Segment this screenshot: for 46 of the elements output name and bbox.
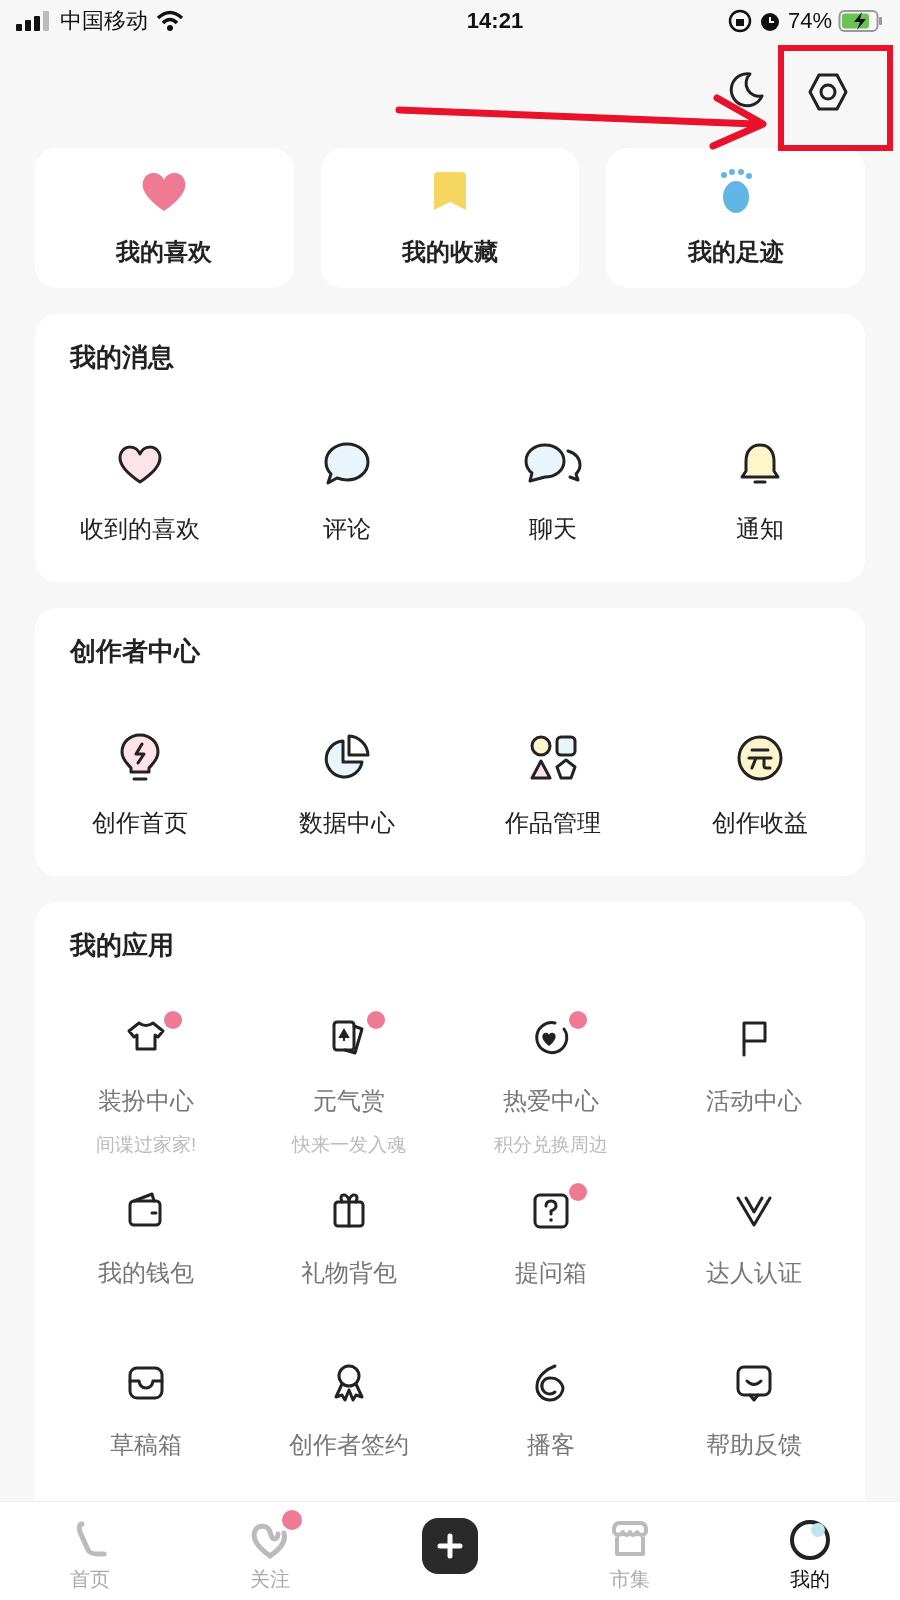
clock-time: 14:21 bbox=[465, 7, 525, 36]
battery-percentage: 74% bbox=[787, 7, 832, 36]
battery-icon bbox=[838, 8, 884, 33]
tab-item[interactable]: 我的 bbox=[720, 1501, 900, 1594]
carrier-name: 中国移动 bbox=[60, 7, 148, 36]
app-subtitle: 快来一发入魂 bbox=[291, 1132, 406, 1157]
signal-icon bbox=[16, 10, 52, 31]
creator-item[interactable]: 创作收益 bbox=[664, 732, 855, 841]
bookmark-icon bbox=[432, 169, 468, 212]
plus-icon bbox=[437, 1532, 463, 1559]
app-item[interactable]: 元气赏 快来一发入魂 bbox=[247, 1006, 450, 1157]
rotation-lock-icon bbox=[727, 8, 752, 33]
lightbulb-icon bbox=[118, 731, 162, 784]
messages-item[interactable]: 聊天 bbox=[458, 438, 649, 547]
quick-link-card[interactable]: 我的喜欢 bbox=[35, 147, 294, 288]
messages-item[interactable]: 通知 bbox=[664, 438, 855, 547]
messages-item[interactable]: 收到的喜欢 bbox=[45, 438, 235, 547]
app-item[interactable]: 创作者签约 bbox=[247, 1350, 450, 1501]
app-subtitle: 间谍过家家! bbox=[96, 1132, 197, 1157]
section-title: 创作者中心 bbox=[70, 634, 202, 668]
quick-link-card[interactable]: 我的足迹 bbox=[606, 147, 865, 288]
tab-item[interactable]: 首页 bbox=[0, 1501, 180, 1594]
app-item[interactable]: 我的钱包 bbox=[45, 1178, 248, 1329]
create-button[interactable] bbox=[422, 1517, 478, 1574]
app-item[interactable]: 热爱中心 积分兑换周边 bbox=[450, 1006, 653, 1157]
section-title: 我的消息 bbox=[70, 340, 175, 374]
tab-item[interactable]: 关注 bbox=[180, 1501, 360, 1594]
app-item[interactable]: 礼物背包 bbox=[247, 1178, 450, 1329]
app-item[interactable]: 播客 bbox=[450, 1350, 653, 1501]
app-item[interactable]: 达人认证 bbox=[652, 1178, 855, 1329]
app-item[interactable]: 装扮中心 间谍过家家! bbox=[45, 1006, 248, 1157]
app-item[interactable]: 草稿箱 bbox=[45, 1350, 248, 1501]
creator-item[interactable]: 作品管理 bbox=[458, 732, 649, 841]
app-item[interactable]: 帮助反馈 bbox=[652, 1350, 855, 1501]
avatar-icon bbox=[788, 1517, 832, 1562]
tab-item[interactable]: 市集 bbox=[540, 1501, 720, 1594]
messages-item[interactable]: 评论 bbox=[251, 438, 442, 547]
app-item[interactable]: 提问箱 bbox=[450, 1178, 653, 1329]
speech-bubble-icon bbox=[322, 440, 371, 487]
app-subtitle: 积分兑换周边 bbox=[494, 1132, 609, 1157]
section-title: 我的应用 bbox=[70, 928, 175, 962]
creator-item[interactable]: 数据中心 bbox=[251, 732, 442, 841]
app-item[interactable]: 活动中心 bbox=[652, 1006, 855, 1157]
quick-link-card[interactable]: 我的收藏 bbox=[320, 147, 580, 288]
wifi-icon bbox=[156, 9, 184, 32]
creator-item[interactable]: 创作首页 bbox=[45, 732, 235, 841]
